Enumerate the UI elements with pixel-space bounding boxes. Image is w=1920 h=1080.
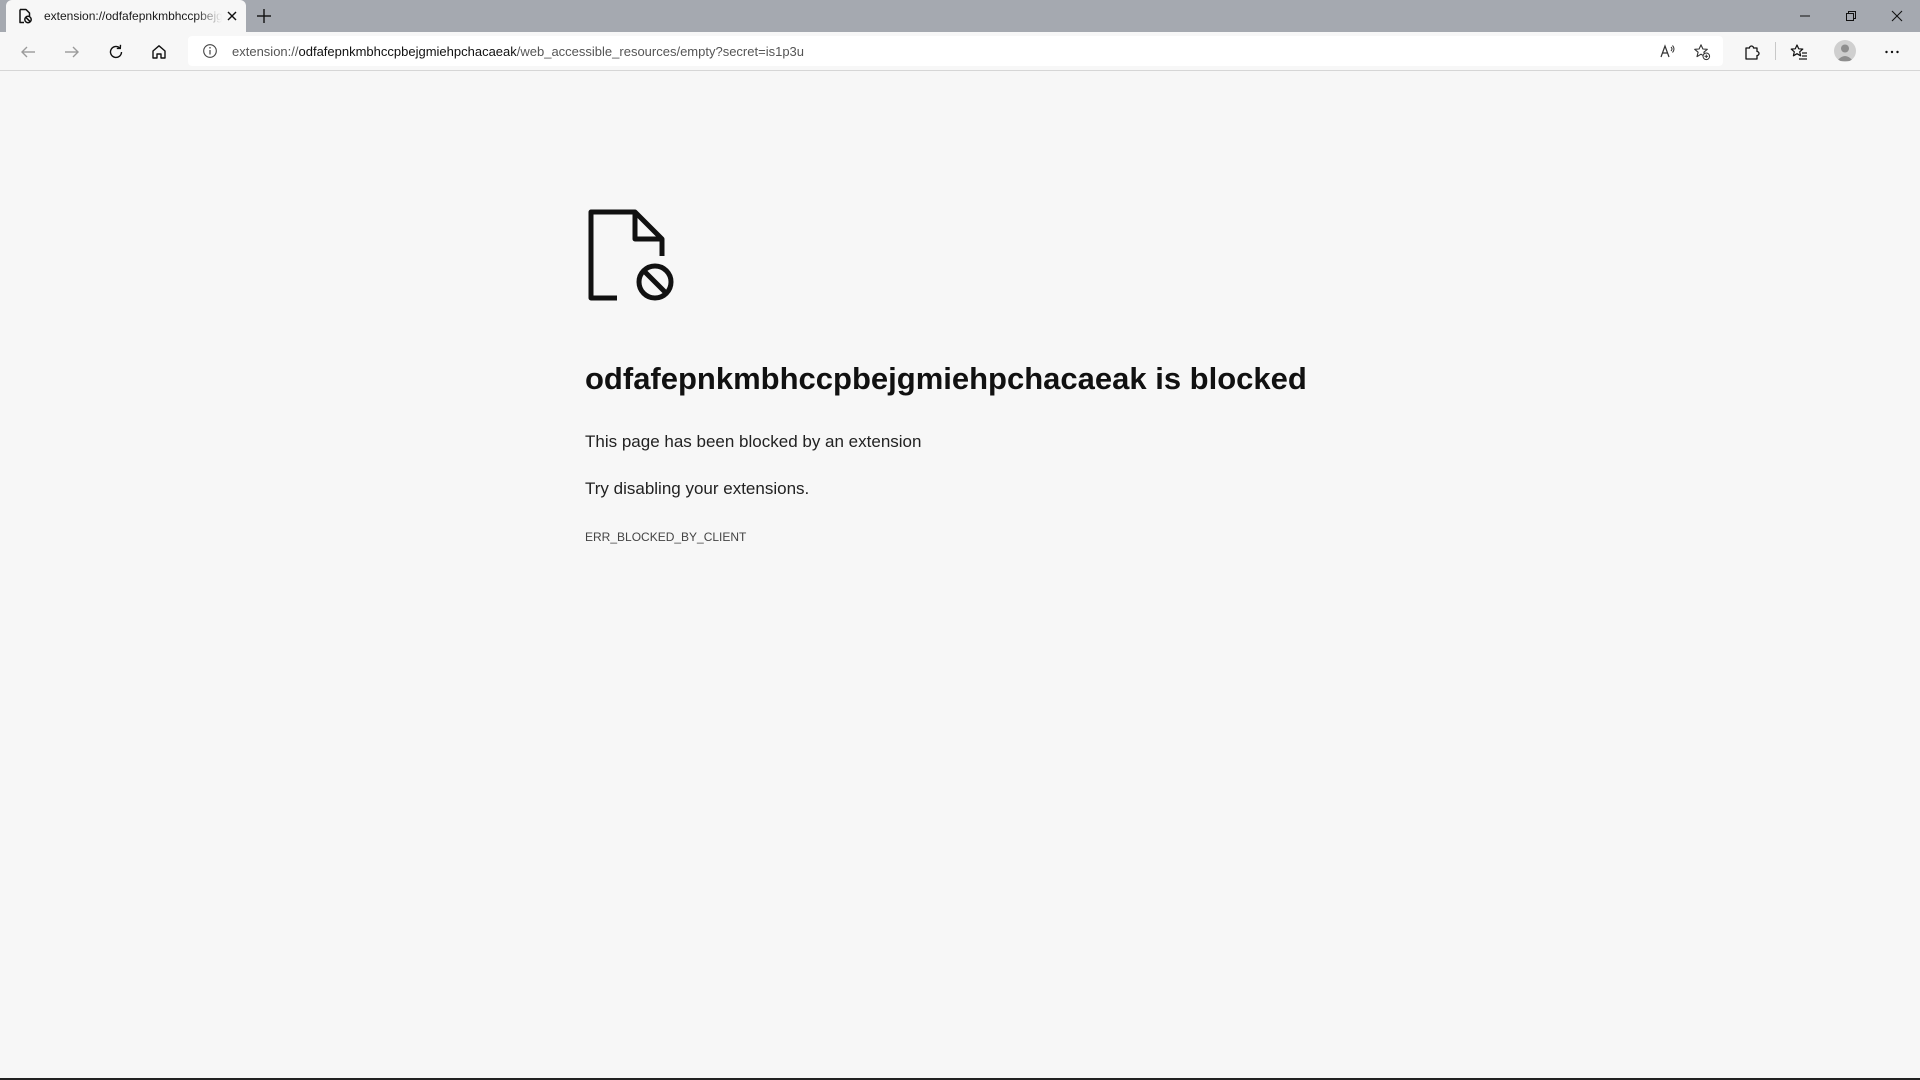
read-aloud-button[interactable] <box>1657 41 1679 63</box>
more-button[interactable] <box>1878 38 1906 66</box>
home-icon <box>152 45 166 59</box>
profile-button[interactable] <box>1834 40 1856 62</box>
page-title: odfafepnkmbhccpbejgmiehpchacaeak is bloc… <box>585 361 1307 396</box>
blocked-message: This page has been blocked by an extensi… <box>585 432 922 451</box>
new-tab-icon[interactable] <box>254 6 274 26</box>
extensions-button[interactable] <box>1738 38 1766 66</box>
url-text[interactable]: extension://odfafepnkmbhccpbejgmiehpchac… <box>232 44 804 59</box>
add-favorite-button[interactable] <box>1691 41 1713 63</box>
minimize-icon <box>1800 15 1810 17</box>
url-path: /web_accessible_resources/empty?secret=i… <box>516 44 805 59</box>
blocked-page-icon <box>19 8 32 24</box>
info-icon[interactable] <box>202 43 218 59</box>
close-icon <box>1891 10 1903 22</box>
forward-button[interactable] <box>58 38 86 66</box>
back-arrow-icon <box>21 46 35 58</box>
blocked-document-icon <box>588 209 674 301</box>
add-favorite-icon <box>1694 44 1711 61</box>
address-bar[interactable]: extension://odfafepnkmbhccpbejgmiehpchac… <box>188 36 1723 66</box>
profile-icon <box>1837 44 1853 61</box>
restore-button[interactable] <box>1828 0 1874 32</box>
url-host: odfafepnkmbhccpbejgmiehpchacaeak <box>298 44 517 59</box>
active-tab[interactable]: extension://odfafepnkmbhccpbejgmiehpchac… <box>6 0 246 32</box>
refresh-button[interactable] <box>102 38 130 66</box>
refresh-icon <box>109 44 123 59</box>
restore-icon <box>1846 11 1856 21</box>
read-aloud-icon <box>1660 44 1675 58</box>
favorites-icon <box>1790 44 1807 60</box>
puzzle-icon <box>1745 45 1760 60</box>
forward-arrow-icon <box>65 46 79 58</box>
browser-toolbar: extension://odfafepnkmbhccpbejgmiehpchac… <box>0 32 1920 71</box>
tab-strip: extension://odfafepnkmbhccpbejgmiehpchac… <box>0 0 1920 32</box>
back-button[interactable] <box>14 38 42 66</box>
minimize-button[interactable] <box>1782 0 1828 32</box>
url-scheme: extension:// <box>232 44 299 59</box>
home-button[interactable] <box>145 38 173 66</box>
tab-title: extension://odfafepnkmbhccpbejgmiehpchac… <box>44 9 222 23</box>
close-window-button[interactable] <box>1874 0 1920 32</box>
error-code: ERR_BLOCKED_BY_CLIENT <box>585 530 747 544</box>
toolbar-divider <box>1775 42 1776 60</box>
close-tab-icon[interactable] <box>224 8 240 24</box>
suggestion-text: Try disabling your extensions. <box>585 479 810 498</box>
favorites-button[interactable] <box>1785 38 1813 66</box>
more-icon <box>1885 50 1899 54</box>
